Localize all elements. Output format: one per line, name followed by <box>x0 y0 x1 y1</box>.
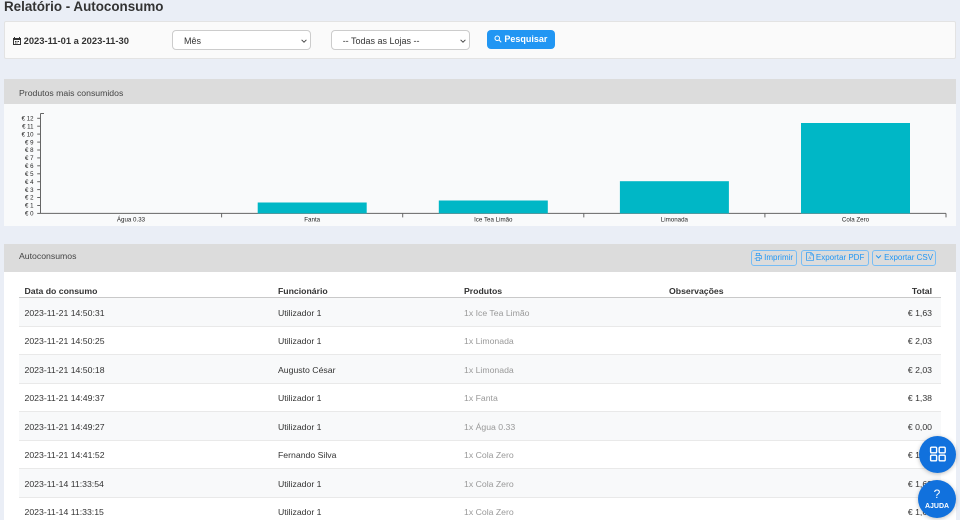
svg-text:€ 3: € 3 <box>25 186 34 193</box>
svg-text:€ 2: € 2 <box>25 194 34 201</box>
svg-text:€ 5: € 5 <box>25 171 34 178</box>
svg-text:A: A <box>808 255 811 260</box>
svg-text:€ 7: € 7 <box>25 155 34 162</box>
svg-text:€ 4: € 4 <box>25 178 34 185</box>
svg-text:€ 6: € 6 <box>25 163 34 170</box>
svg-text:€ 1: € 1 <box>25 202 34 209</box>
svg-text:€ 9: € 9 <box>25 139 34 146</box>
svg-text:Água 0.33: Água 0.33 <box>117 216 146 223</box>
svg-text:Cola Zero: Cola Zero <box>842 216 870 223</box>
svg-text:€ 0: € 0 <box>25 210 34 217</box>
svg-text:Fanta: Fanta <box>304 216 320 223</box>
svg-text:€ 11: € 11 <box>22 123 34 130</box>
svg-text:Ice Tea Limão: Ice Tea Limão <box>474 216 513 223</box>
svg-text:€ 8: € 8 <box>25 147 34 154</box>
svg-text:€ 10: € 10 <box>22 131 34 138</box>
svg-text:€ 12: € 12 <box>22 115 34 122</box>
svg-text:Limonada: Limonada <box>661 216 689 223</box>
